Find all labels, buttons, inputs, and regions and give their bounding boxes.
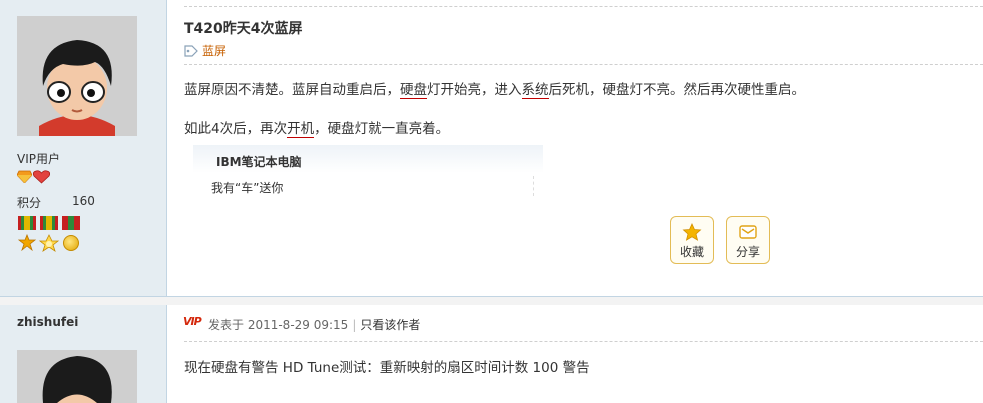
text-fragment: 如此4次后，再次 xyxy=(184,121,288,137)
divider xyxy=(184,341,983,342)
avatar[interactable] xyxy=(17,350,137,403)
text-fragment: 后死机，硬盘灯不亮。然后再次硬性重启。 xyxy=(548,82,806,98)
text-fragment: 灯开始亮，进入 xyxy=(427,82,522,98)
vip-badge: VIP xyxy=(183,315,202,328)
text-fragment: 蓝屏原因不清楚。蓝屏自动重启后， xyxy=(184,82,400,98)
favorite-button[interactable]: 收藏 xyxy=(670,216,714,264)
tag-link-bluescreen[interactable]: 蓝屏 xyxy=(202,42,226,59)
avatar-image xyxy=(17,350,137,403)
thread-tag: 蓝屏 xyxy=(184,42,226,59)
star-icon xyxy=(682,223,702,241)
medal-icon[interactable] xyxy=(17,216,37,252)
medal-icon[interactable] xyxy=(61,216,81,251)
user-gems xyxy=(17,170,50,184)
user-group: VIP用户 xyxy=(17,152,60,166)
points-label: 积分 xyxy=(17,196,42,210)
divider xyxy=(184,6,983,7)
post-content: 现在硬盘有警告 HD Tune测试：重新映射的扇区时间计数 100 警告 xyxy=(184,360,590,376)
avatar[interactable] xyxy=(17,16,137,136)
thread-title: T420昨天4次蓝屏 xyxy=(184,21,303,37)
envelope-icon xyxy=(739,225,757,239)
meta-separator: | xyxy=(352,318,357,332)
only-author-link[interactable]: 只看该作者 xyxy=(360,318,420,332)
avatar-image xyxy=(17,16,137,136)
signature-divider xyxy=(533,176,535,196)
divider xyxy=(184,64,983,65)
post-content-line: 蓝屏原因不清楚。蓝屏自动重启后，硬盘灯开始亮，进入系统后死机，硬盘灯不亮。然后再… xyxy=(184,78,806,99)
favorite-label: 收藏 xyxy=(679,245,704,259)
keyword-link[interactable]: 开机 xyxy=(287,121,315,138)
post-date: 发表于 2011-8-29 09:15 xyxy=(208,318,349,332)
post-separator-band xyxy=(0,297,983,305)
gem-icon xyxy=(17,170,32,183)
keyword-link[interactable]: 系统 xyxy=(521,82,549,99)
medal-icon[interactable] xyxy=(38,216,60,252)
signature-title: IBM笔记本电脑 xyxy=(216,155,302,169)
keyword-link[interactable]: 硬盘 xyxy=(400,82,427,99)
sidebar-divider xyxy=(166,0,167,403)
tag-icon xyxy=(184,44,198,57)
text-fragment: ，硬盘灯就一直亮着。 xyxy=(314,121,450,137)
share-label: 分享 xyxy=(735,245,760,259)
heart-gem-icon xyxy=(33,170,50,184)
post-author[interactable]: zhishufei xyxy=(17,315,78,329)
post-content-line: 如此4次后，再次开机，硬盘灯就一直亮着。 xyxy=(184,117,450,138)
post-meta: 发表于 2011-8-29 09:15 | 只看该作者 xyxy=(208,316,420,333)
points-value: 160 xyxy=(72,194,95,208)
signature-text: 我有“车”送你 xyxy=(211,181,284,195)
share-button[interactable]: 分享 xyxy=(726,216,770,264)
medals xyxy=(17,216,81,252)
